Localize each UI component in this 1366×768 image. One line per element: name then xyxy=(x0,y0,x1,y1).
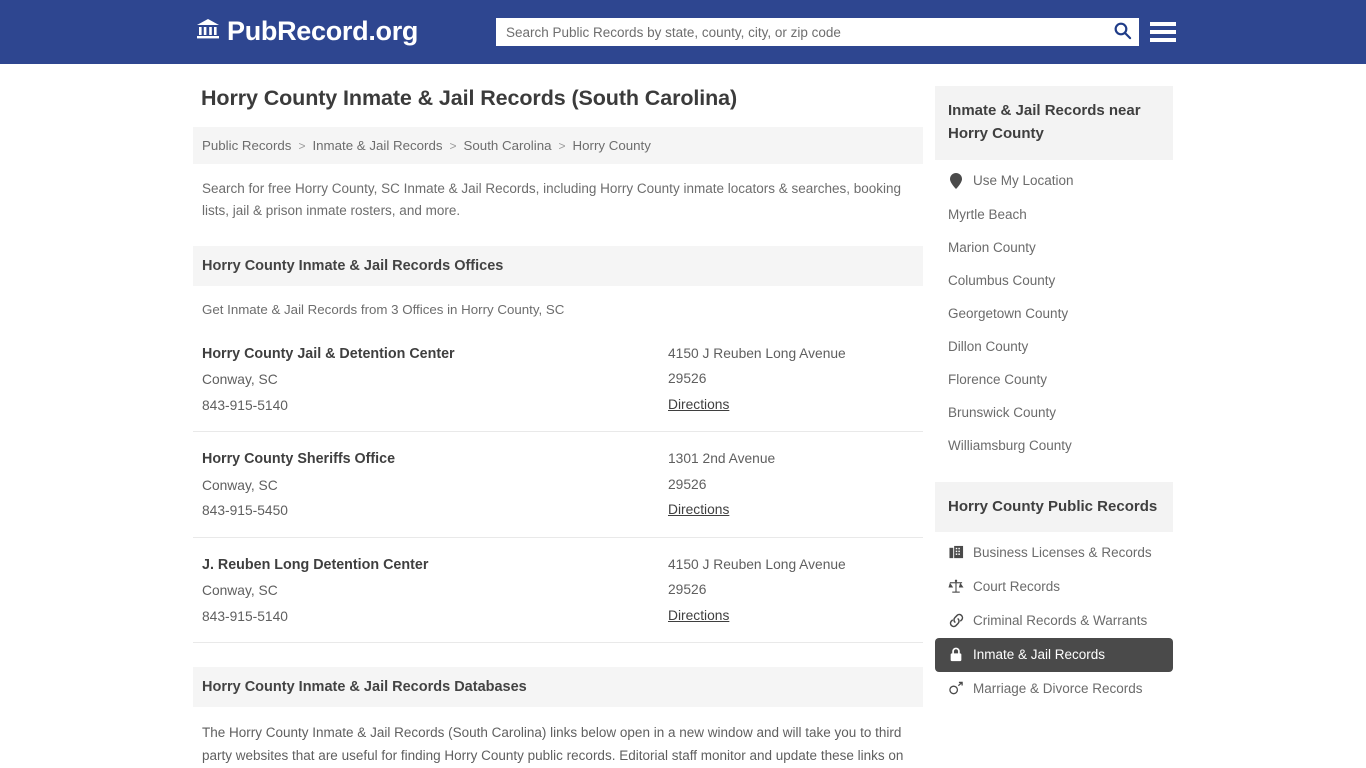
breadcrumb-separator-icon: > xyxy=(558,138,566,153)
databases-section-text: The Horry County Inmate & Jail Records (… xyxy=(202,725,904,764)
breadcrumb-separator-icon: > xyxy=(449,138,457,153)
sidebar-near-list: Use My Location Myrtle Beach Marion Coun… xyxy=(935,164,1173,462)
hamburger-menu-icon xyxy=(1150,30,1176,34)
office-details: J. Reuben Long Detention Center Conway, … xyxy=(202,552,668,629)
sidebar-item-marriage-divorce-records[interactable]: Marriage & Divorce Records xyxy=(935,672,1173,706)
office-address: 4150 J Reuben Long Avenue xyxy=(668,345,846,361)
breadcrumb-item-south-carolina[interactable]: South Carolina xyxy=(464,138,552,153)
directions-link[interactable]: Directions xyxy=(668,497,729,523)
sidebar-item-brunswick-county[interactable]: Brunswick County xyxy=(935,396,1173,429)
office-address-block: 4150 J Reuben Long Avenue 29526 Directio… xyxy=(668,341,914,418)
sidebar-item-label: Use My Location xyxy=(973,173,1074,188)
office-name: J. Reuben Long Detention Center xyxy=(202,556,429,573)
sidebar-item-label: Columbus County xyxy=(948,272,1056,288)
office-details: Horry County Jail & Detention Center Con… xyxy=(202,341,668,418)
databases-section-heading: Horry County Inmate & Jail Records Datab… xyxy=(193,667,923,708)
link-icon xyxy=(948,613,964,629)
main-content: Horry County Inmate & Jail Records (Sout… xyxy=(193,86,923,768)
sidebar-public-records-list: Business Licenses & Records Court Record… xyxy=(935,536,1173,706)
sidebar-item-williamsburg-county[interactable]: Williamsburg County xyxy=(935,429,1173,462)
office-address-block: 4150 J Reuben Long Avenue 29526 Directio… xyxy=(668,552,914,629)
intro-text: Search for free Horry County, SC Inmate … xyxy=(202,181,902,218)
office-phone: 843-915-5450 xyxy=(202,503,288,519)
sidebar-item-columbus-county[interactable]: Columbus County xyxy=(935,264,1173,297)
sidebar-item-myrtle-beach[interactable]: Myrtle Beach xyxy=(935,198,1173,231)
site-header: PubRecord.org xyxy=(0,0,1366,64)
hamburger-menu-button[interactable] xyxy=(1150,19,1176,45)
office-city-state: Conway, SC xyxy=(202,583,278,599)
search-input[interactable] xyxy=(496,18,1105,46)
sidebar-heading-public-records: Horry County Public Records xyxy=(935,481,1173,532)
sidebar-item-label: Marriage & Divorce Records xyxy=(973,681,1143,697)
briefcase-icon xyxy=(948,545,964,561)
search-icon xyxy=(1113,21,1132,43)
page-body: Horry County Inmate & Jail Records (Sout… xyxy=(0,64,1366,768)
office-address-block: 1301 2nd Avenue 29526 Directions xyxy=(668,446,914,523)
table-row: Horry County Jail & Detention Center Con… xyxy=(193,327,923,433)
offices-section-subtext: Get Inmate & Jail Records from 3 Offices… xyxy=(202,301,565,317)
page-title: Horry County Inmate & Jail Records (Sout… xyxy=(201,86,738,110)
sidebar-public-records-block: Horry County Public Records Business Lic… xyxy=(935,481,1173,706)
lock-icon xyxy=(948,647,964,663)
sidebar-item-criminal-records[interactable]: Criminal Records & Warrants xyxy=(935,604,1173,638)
sidebar-item-florence-county[interactable]: Florence County xyxy=(935,363,1173,396)
sidebar-item-label: Georgetown County xyxy=(948,305,1069,321)
sidebar-item-business-licenses[interactable]: Business Licenses & Records xyxy=(935,536,1173,570)
directions-link[interactable]: Directions xyxy=(668,603,729,629)
sidebar-item-georgetown-county[interactable]: Georgetown County xyxy=(935,297,1173,330)
breadcrumb: Public Records > Inmate & Jail Records >… xyxy=(193,127,923,164)
breadcrumb-item-inmate-jail-records[interactable]: Inmate & Jail Records xyxy=(312,138,442,153)
office-city-state: Conway, SC xyxy=(202,372,278,388)
office-address: 4150 J Reuben Long Avenue xyxy=(668,556,846,572)
sidebar-heading-near: Inmate & Jail Records near Horry County xyxy=(935,86,1173,160)
office-name: Horry County Sheriffs Office xyxy=(202,451,396,468)
bank-icon xyxy=(196,18,220,45)
office-zip: 29526 xyxy=(668,371,707,387)
sidebar-item-inmate-jail-records[interactable]: Inmate & Jail Records xyxy=(935,637,1173,672)
offices-section-heading: Horry County Inmate & Jail Records Offic… xyxy=(193,245,923,286)
sidebar-item-label: Marion County xyxy=(948,239,1036,255)
sidebar-item-label: Dillon County xyxy=(948,338,1029,354)
office-city-state: Conway, SC xyxy=(202,477,278,493)
search-bar xyxy=(496,18,1139,46)
sidebar-item-label: Inmate & Jail Records xyxy=(973,647,1106,663)
sidebar-item-label: Brunswick County xyxy=(948,404,1057,420)
sidebar-item-label: Court Records xyxy=(973,579,1061,595)
sidebar-item-use-my-location[interactable]: Use My Location xyxy=(935,164,1173,198)
sidebar-item-label: Criminal Records & Warrants xyxy=(973,613,1148,629)
directions-link[interactable]: Directions xyxy=(668,392,729,418)
sidebar-item-label: Florence County xyxy=(948,371,1048,387)
site-logo[interactable]: PubRecord.org xyxy=(196,18,418,45)
sidebar-item-dillon-county[interactable]: Dillon County xyxy=(935,330,1173,363)
office-zip: 29526 xyxy=(668,476,707,492)
scales-icon xyxy=(948,579,964,595)
office-name: Horry County Jail & Detention Center xyxy=(202,345,455,362)
breadcrumb-item-horry-county[interactable]: Horry County xyxy=(573,138,651,153)
sidebar-item-marion-county[interactable]: Marion County xyxy=(935,231,1173,264)
table-row: Horry County Sheriffs Office Conway, SC … xyxy=(193,432,923,538)
office-phone: 843-915-5140 xyxy=(202,397,288,413)
office-zip: 29526 xyxy=(668,582,707,598)
gender-symbols-icon xyxy=(948,681,964,697)
sidebar-item-court-records[interactable]: Court Records xyxy=(935,570,1173,604)
breadcrumb-separator-icon: > xyxy=(298,138,306,153)
sidebar: Inmate & Jail Records near Horry County … xyxy=(935,86,1173,768)
office-phone: 843-915-5140 xyxy=(202,608,288,624)
table-row: J. Reuben Long Detention Center Conway, … xyxy=(193,538,923,644)
sidebar-item-label: Williamsburg County xyxy=(948,437,1072,453)
office-address: 1301 2nd Avenue xyxy=(668,451,776,467)
search-button[interactable] xyxy=(1105,18,1139,46)
map-pin-icon xyxy=(948,172,964,189)
offices-list: Horry County Jail & Detention Center Con… xyxy=(193,327,923,644)
site-logo-text: PubRecord.org xyxy=(227,16,419,46)
office-details: Horry County Sheriffs Office Conway, SC … xyxy=(202,446,668,523)
breadcrumb-item-public-records[interactable]: Public Records xyxy=(202,138,291,153)
sidebar-item-label: Myrtle Beach xyxy=(948,206,1027,222)
hamburger-menu-icon xyxy=(1150,22,1176,26)
sidebar-item-label: Business Licenses & Records xyxy=(973,545,1152,561)
hamburger-menu-icon xyxy=(1150,38,1176,42)
